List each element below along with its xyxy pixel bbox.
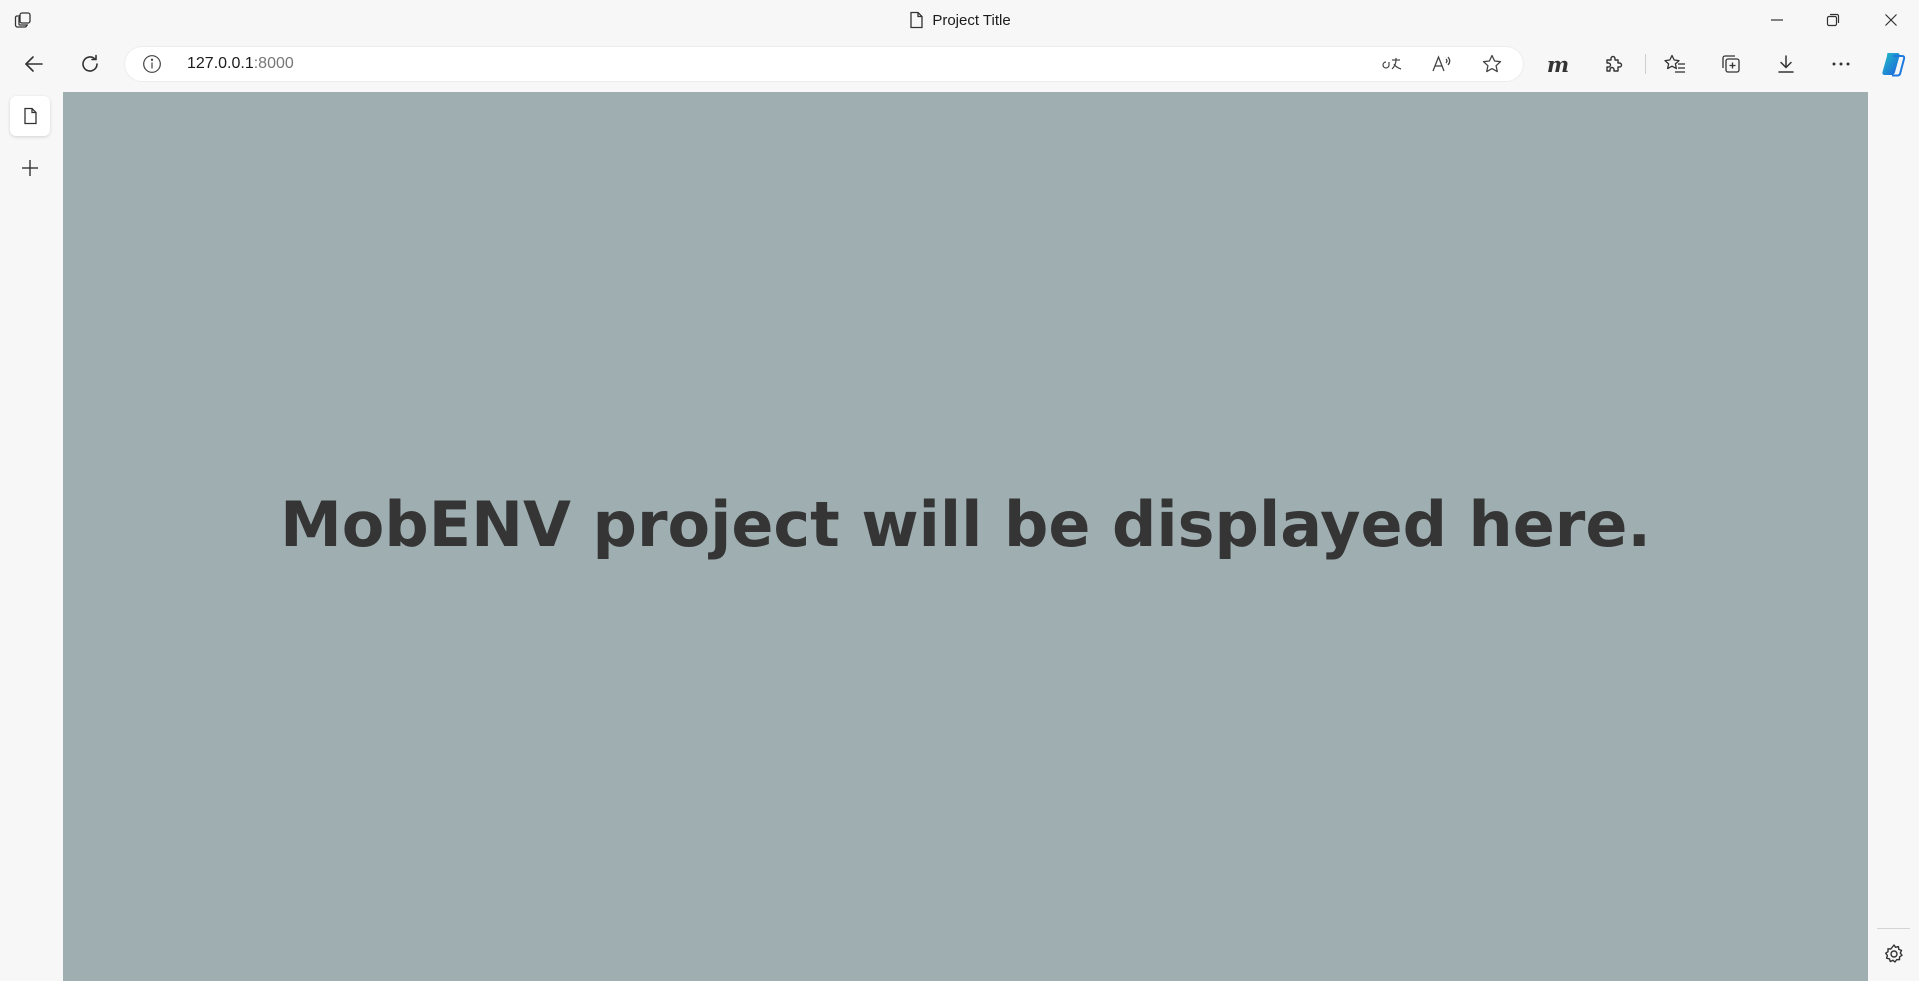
refresh-icon [79,53,101,75]
minimize-button[interactable] [1749,0,1805,40]
rail-divider [1877,928,1910,929]
back-arrow-icon [23,53,45,75]
more-icon [1830,53,1852,75]
close-button[interactable] [1863,0,1919,40]
right-rail [1868,92,1919,981]
copilot-button[interactable] [1875,48,1911,80]
placeholder-message: MobENV project will be displayed here. [280,488,1651,561]
copilot-icon [1879,50,1907,78]
refresh-button[interactable] [72,48,108,80]
info-icon[interactable] [142,54,162,74]
address-bar[interactable]: 127.0.0.1:8000 [124,46,1524,82]
title-bar: Project Title [0,0,1919,40]
window-title: Project Title [0,0,1919,40]
minimize-icon [1770,13,1784,27]
page-icon [22,107,38,125]
collections-icon [1720,53,1742,75]
page-viewport: MobENV project will be displayed here. [63,92,1868,981]
favorites-button[interactable] [1657,48,1693,80]
address-host: 127.0.0.1 [187,55,254,72]
tab-project-title[interactable] [10,96,50,136]
window-title-text: Project Title [932,11,1011,29]
extensions-button[interactable] [1596,48,1632,80]
downloads-button[interactable] [1768,48,1804,80]
translate-icon[interactable] [1376,50,1408,78]
collections-button[interactable] [1713,48,1749,80]
restore-button[interactable] [1805,0,1861,40]
toolbar-separator [1645,54,1646,74]
downloads-icon [1775,53,1797,75]
page-icon [908,11,924,29]
extension-m-button[interactable]: m [1540,48,1576,80]
back-button[interactable] [16,48,52,80]
plus-icon [20,158,40,178]
address-url[interactable]: 127.0.0.1:8000 [187,46,294,82]
favorite-star-icon[interactable] [1476,50,1508,78]
address-port: :8000 [253,55,294,72]
read-aloud-icon[interactable] [1426,50,1458,78]
close-icon [1884,13,1898,27]
favorites-icon [1663,53,1687,75]
browser-toolbar: 127.0.0.1:8000 m [0,40,1919,88]
extension-m-icon: m [1546,51,1570,77]
extensions-puzzle-icon [1603,53,1625,75]
new-tab-button[interactable] [10,148,50,188]
more-button[interactable] [1823,48,1859,80]
sidebar-settings-button[interactable] [1881,941,1907,967]
vertical-tabs-sidebar [0,88,63,981]
restore-icon [1826,13,1840,27]
settings-gear-icon [1883,943,1905,965]
